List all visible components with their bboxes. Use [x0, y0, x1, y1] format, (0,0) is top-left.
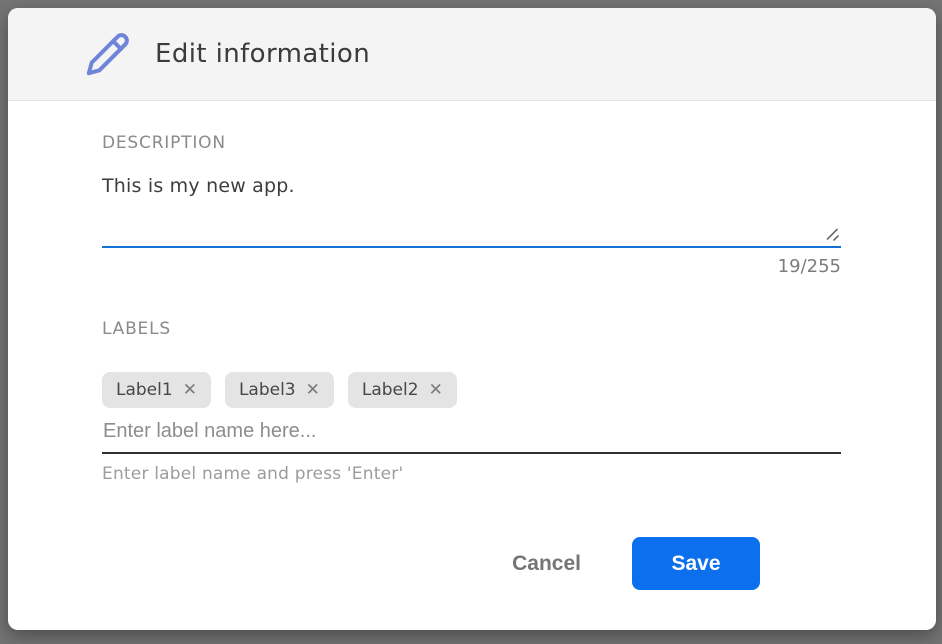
label-name-input[interactable]: [102, 412, 841, 454]
description-label: DESCRIPTION: [102, 133, 841, 153]
pencil-icon: [85, 31, 131, 77]
chip-label: Label3: [239, 380, 296, 400]
chip-label: Label1: [116, 380, 173, 400]
save-button[interactable]: Save: [632, 537, 760, 590]
label-chip: Label3 ✕: [225, 372, 334, 408]
chip-remove-icon[interactable]: ✕: [429, 382, 443, 399]
labels-label: LABELS: [102, 319, 841, 339]
chip-label: Label2: [362, 380, 419, 400]
edit-information-dialog: Edit information DESCRIPTION This is my …: [8, 8, 936, 630]
cancel-button[interactable]: Cancel: [510, 546, 583, 582]
textarea-resize-handle[interactable]: [824, 226, 841, 243]
label-chips: Label1 ✕ Label3 ✕ Label2 ✕: [102, 372, 841, 408]
dialog-body: DESCRIPTION This is my new app. 19/255 L…: [8, 101, 936, 590]
labels-section: LABELS Label1 ✕ Label3 ✕ Label2 ✕ Enter label…: [102, 319, 841, 484]
label-input-helper: Enter label name and press 'Enter': [102, 464, 841, 484]
chip-remove-icon[interactable]: ✕: [183, 382, 197, 399]
label-chip: Label2 ✕: [348, 372, 457, 408]
dialog-header: Edit information: [8, 8, 936, 101]
description-value: This is my new app.: [102, 175, 841, 197]
chip-remove-icon[interactable]: ✕: [306, 382, 320, 399]
dialog-title: Edit information: [155, 39, 370, 69]
dialog-actions: Cancel Save: [102, 537, 841, 590]
character-counter: 19/255: [102, 256, 841, 277]
description-textarea[interactable]: This is my new app.: [102, 175, 841, 248]
label-chip: Label1 ✕: [102, 372, 211, 408]
